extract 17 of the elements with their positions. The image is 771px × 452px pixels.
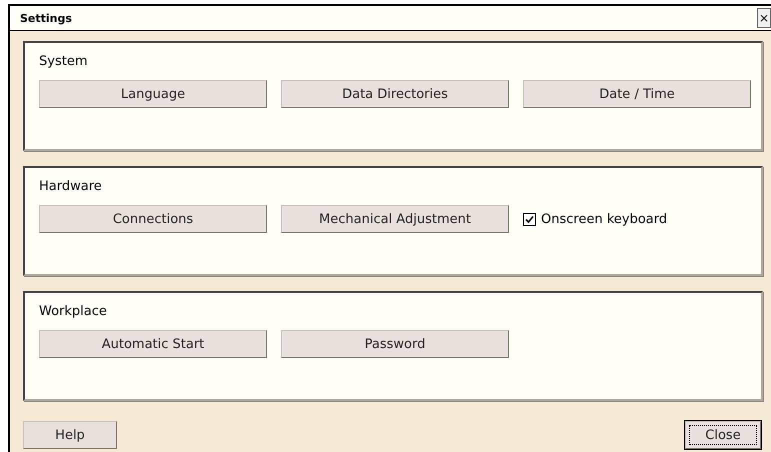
settings-button[interactable]: Language	[39, 80, 267, 108]
settings-button[interactable]: Automatic Start	[39, 330, 267, 358]
group-title: Workplace	[39, 304, 108, 319]
checkbox-label[interactable]: Onscreen keyboard	[541, 212, 668, 226]
settings-button[interactable]: Mechanical Adjustment	[281, 205, 509, 233]
group-title: Hardware	[39, 179, 103, 194]
window-title: Settings	[20, 12, 72, 24]
check-icon	[525, 214, 534, 224]
settings-button[interactable]: Data Directories	[281, 80, 509, 108]
settings-button[interactable]: Password	[281, 330, 509, 358]
settings-button[interactable]: Date / Time	[523, 80, 751, 108]
settings-button[interactable]: Connections	[39, 205, 267, 233]
close-dialog-button[interactable]: Close	[685, 421, 761, 449]
help-button[interactable]: Help	[23, 421, 117, 449]
close-button[interactable]: ×	[757, 8, 771, 28]
checkbox[interactable]	[523, 212, 536, 226]
group-title: System	[39, 54, 88, 69]
